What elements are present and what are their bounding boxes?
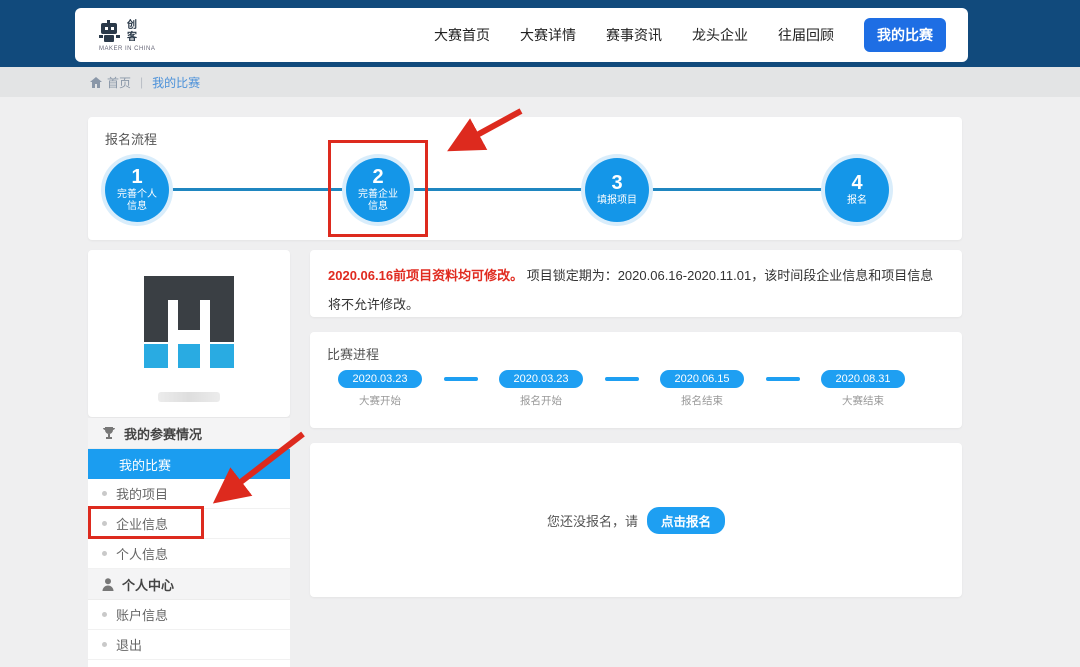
- breadcrumb-home[interactable]: 首页: [90, 74, 131, 91]
- step-connector-2: [413, 188, 582, 191]
- milestone-dash: [444, 377, 478, 381]
- milestone-date: 2020.06.15: [660, 370, 744, 388]
- registration-steps-card: 报名流程 1 完善个人信息 2 完善企业信息 3 填报项目 4 报名: [88, 117, 962, 240]
- breadcrumb-current: 我的比赛: [152, 74, 200, 91]
- progress-title: 比赛进程: [327, 344, 379, 363]
- step-1-personal-info[interactable]: 1 完善个人信息: [105, 158, 169, 222]
- step-connector-3: [652, 188, 822, 191]
- nav-enterprises[interactable]: 龙头企业: [692, 25, 748, 45]
- notice-card: 2020.06.16前项目资料均可修改。 项目锁定期为：2020.06.16-2…: [310, 250, 962, 317]
- sidebar-section-participation: 我的参赛情况: [88, 418, 290, 449]
- milestone-label: 大赛开始: [359, 393, 401, 408]
- robot-logo-icon: [97, 19, 123, 45]
- notice-highlight: 2020.06.16前项目资料均可修改。: [328, 268, 523, 283]
- nav-my-competition-button[interactable]: 我的比赛: [864, 18, 946, 52]
- milestone-label: 报名开始: [520, 393, 562, 408]
- step-4-signup[interactable]: 4 报名: [825, 158, 889, 222]
- milestone-dash: [605, 377, 639, 381]
- breadcrumb-separator: |: [140, 75, 143, 89]
- profile-card: [88, 250, 290, 417]
- logo-char-1: 创: [127, 20, 137, 32]
- click-to-register-button[interactable]: 点击报名: [647, 507, 725, 534]
- milestone-signup-close: 2020.06.15 报名结束: [660, 370, 744, 408]
- logo-caption: MAKER IN CHINA: [99, 46, 155, 52]
- annotation-rect-company-info: [88, 506, 204, 539]
- nav-news[interactable]: 赛事资讯: [606, 25, 662, 45]
- milestone-dash: [766, 377, 800, 381]
- nav-details[interactable]: 大赛详情: [520, 25, 576, 45]
- sidebar-item-logout[interactable]: 退出: [88, 630, 290, 660]
- annotation-rect-step-2: [328, 140, 428, 237]
- user-icon: [102, 578, 114, 591]
- milestone-date: 2020.03.23: [338, 370, 422, 388]
- main-nav: 大赛首页 大赛详情 赛事资讯 龙头企业 往届回顾 我的比赛: [434, 18, 946, 52]
- logo-char-2: 客: [127, 32, 137, 44]
- not-registered-message: 您还没报名，请: [547, 511, 638, 530]
- site-header: 创 客 MAKER IN CHINA 大赛首页 大赛详情 赛事资讯 龙头企业 往…: [75, 8, 968, 62]
- bullet-dot: [102, 642, 107, 647]
- bullet-dot: [102, 612, 107, 617]
- sidebar-item-my-competition[interactable]: 我的比赛: [88, 449, 290, 479]
- milestone-end: 2020.08.31 大赛结束: [821, 370, 905, 408]
- sidebar-item-my-project[interactable]: 我的项目: [88, 479, 290, 509]
- nav-past[interactable]: 往届回顾: [778, 25, 834, 45]
- milestone-start: 2020.03.23 大赛开始: [338, 370, 422, 408]
- not-registered-card: 您还没报名，请 点击报名: [310, 443, 962, 597]
- sidebar-item-account-info[interactable]: 账户信息: [88, 600, 290, 630]
- step-connector-1: [172, 188, 343, 191]
- sidebar-menu: 我的参赛情况 我的比赛 我的项目 企业信息 个人信息 个人中心 账户信息 退出: [88, 418, 290, 667]
- bullet-dot: [102, 551, 107, 556]
- milestone-label: 报名结束: [681, 393, 723, 408]
- steps-title: 报名流程: [105, 129, 157, 148]
- company-pixel-logo: [144, 276, 234, 368]
- user-name-redacted: [158, 392, 220, 402]
- competition-progress-card: 比赛进程 2020.03.23 大赛开始 2020.03.23 报名开始 202…: [310, 332, 962, 428]
- site-logo[interactable]: 创 客 MAKER IN CHINA: [97, 19, 155, 52]
- step-3-project[interactable]: 3 填报项目: [585, 158, 649, 222]
- breadcrumb: 首页 | 我的比赛: [0, 67, 1080, 97]
- trophy-icon: [102, 427, 116, 440]
- milestone-date: 2020.03.23: [499, 370, 583, 388]
- bullet-dot: [102, 491, 107, 496]
- sidebar-section-personal-center: 个人中心: [88, 569, 290, 600]
- home-icon: [90, 77, 102, 88]
- milestone-label: 大赛结束: [842, 393, 884, 408]
- milestone-signup-open: 2020.03.23 报名开始: [499, 370, 583, 408]
- nav-home[interactable]: 大赛首页: [434, 25, 490, 45]
- milestone-date: 2020.08.31: [821, 370, 905, 388]
- sidebar-item-personal-info[interactable]: 个人信息: [88, 539, 290, 569]
